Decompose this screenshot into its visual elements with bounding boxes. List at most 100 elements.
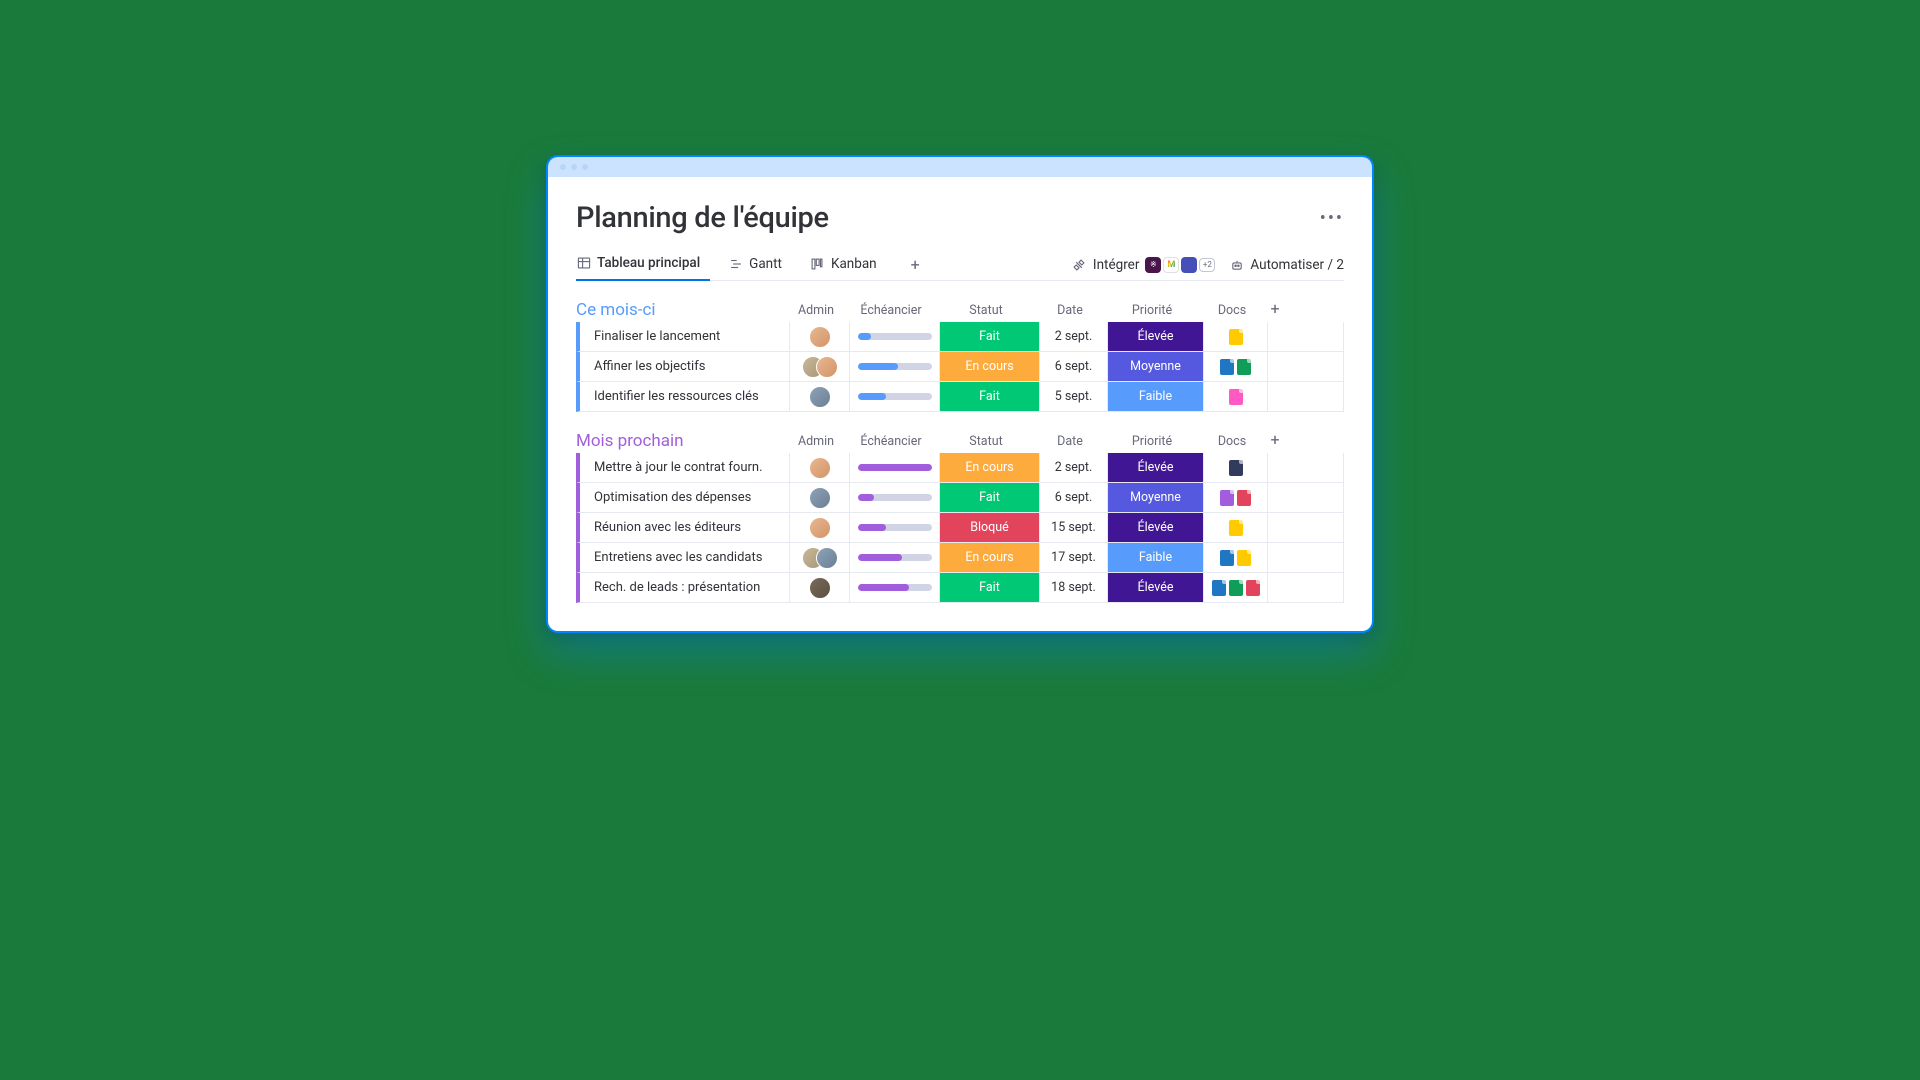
- priority-cell[interactable]: Élevée: [1108, 453, 1204, 482]
- status-cell[interactable]: En cours: [940, 543, 1040, 572]
- docs-cell[interactable]: [1204, 382, 1268, 411]
- board-title[interactable]: Planning de l'équipe: [576, 201, 829, 235]
- status-cell[interactable]: En cours: [940, 453, 1040, 482]
- column-header-priority[interactable]: Priorité: [1104, 303, 1200, 322]
- file-icon[interactable]: [1237, 359, 1251, 375]
- status-cell[interactable]: Fait: [940, 483, 1040, 512]
- date-cell[interactable]: 6 sept.: [1040, 483, 1108, 512]
- file-icon[interactable]: [1229, 460, 1243, 476]
- table-row[interactable]: Optimisation des dépenses Fait6 sept.Moye…: [576, 483, 1344, 513]
- timeline-cell[interactable]: [850, 483, 940, 512]
- admin-cell[interactable]: [790, 453, 850, 482]
- timeline-cell[interactable]: [850, 543, 940, 572]
- table-row[interactable]: Finaliser le lancement Fait2 sept.Élevée: [576, 322, 1344, 352]
- column-header-date[interactable]: Date: [1036, 434, 1104, 453]
- date-cell[interactable]: 17 sept.: [1040, 543, 1108, 572]
- task-title-cell[interactable]: Rech. de leads : présentation: [580, 573, 790, 602]
- timeline-cell[interactable]: [850, 382, 940, 411]
- task-title-cell[interactable]: Identifier les ressources clés: [580, 382, 790, 411]
- date-cell[interactable]: 15 sept.: [1040, 513, 1108, 542]
- task-title-cell[interactable]: Réunion avec les éditeurs: [580, 513, 790, 542]
- column-header-date[interactable]: Date: [1036, 303, 1104, 322]
- avatar[interactable]: [809, 487, 831, 509]
- file-icon[interactable]: [1220, 359, 1234, 375]
- docs-cell[interactable]: [1204, 573, 1268, 602]
- column-header-docs[interactable]: Docs: [1200, 303, 1264, 322]
- docs-cell[interactable]: [1204, 483, 1268, 512]
- date-cell[interactable]: 6 sept.: [1040, 352, 1108, 381]
- table-row[interactable]: Identifier les ressources clésFait5 sept…: [576, 382, 1344, 412]
- priority-cell[interactable]: Faible: [1108, 382, 1204, 411]
- task-title-cell[interactable]: Mettre à jour le contrat fourn.: [580, 453, 790, 482]
- table-row[interactable]: Réunion avec les éditeursBloqué15 sept.É…: [576, 513, 1344, 543]
- task-title-cell[interactable]: Optimisation des dépenses: [580, 483, 790, 512]
- admin-cell[interactable]: [790, 382, 850, 411]
- tab-gantt[interactable]: Gantt: [728, 250, 792, 280]
- file-icon[interactable]: [1237, 550, 1251, 566]
- group-title[interactable]: Ce mois-ci: [576, 300, 786, 322]
- automate-button[interactable]: Automatiser / 2: [1229, 257, 1344, 273]
- admin-cell[interactable]: [790, 483, 850, 512]
- date-cell[interactable]: 2 sept.: [1040, 453, 1108, 482]
- table-row[interactable]: Entretiens avec les candidats En cours17 …: [576, 543, 1344, 573]
- docs-cell[interactable]: [1204, 513, 1268, 542]
- admin-cell[interactable]: [790, 573, 850, 602]
- file-icon[interactable]: [1220, 550, 1234, 566]
- priority-cell[interactable]: Élevée: [1108, 573, 1204, 602]
- admin-cell[interactable]: [790, 513, 850, 542]
- docs-cell[interactable]: [1204, 543, 1268, 572]
- docs-cell[interactable]: [1204, 352, 1268, 381]
- date-cell[interactable]: 18 sept.: [1040, 573, 1108, 602]
- column-header-docs[interactable]: Docs: [1200, 434, 1264, 453]
- file-icon[interactable]: [1212, 580, 1226, 596]
- priority-cell[interactable]: Faible: [1108, 543, 1204, 572]
- file-icon[interactable]: [1237, 490, 1251, 506]
- avatar[interactable]: [809, 326, 831, 348]
- tab-kanban[interactable]: Kanban: [810, 250, 887, 280]
- add-column-button[interactable]: +: [1264, 430, 1286, 453]
- status-cell[interactable]: Fait: [940, 382, 1040, 411]
- table-row[interactable]: Mettre à jour le contrat fourn. En cours2…: [576, 453, 1344, 483]
- column-header-admin[interactable]: Admin: [786, 303, 846, 322]
- priority-cell[interactable]: Moyenne: [1108, 483, 1204, 512]
- integrate-button[interactable]: Intégrer ※ M +2: [1072, 257, 1215, 273]
- column-header-status[interactable]: Statut: [936, 303, 1036, 322]
- add-view-button[interactable]: +: [905, 251, 926, 278]
- file-icon[interactable]: [1246, 580, 1260, 596]
- avatar[interactable]: [809, 386, 831, 408]
- column-header-timeline[interactable]: Échéancier: [846, 303, 936, 322]
- docs-cell[interactable]: [1204, 453, 1268, 482]
- admin-cell[interactable]: [790, 543, 850, 572]
- table-row[interactable]: Affiner les objectifs En cours6 sept.Moye…: [576, 352, 1344, 382]
- column-header-priority[interactable]: Priorité: [1104, 434, 1200, 453]
- avatar[interactable]: [809, 577, 831, 599]
- status-cell[interactable]: Fait: [940, 322, 1040, 351]
- task-title-cell[interactable]: Affiner les objectifs: [580, 352, 790, 381]
- tab-main-table[interactable]: Tableau principal: [576, 249, 710, 281]
- status-cell[interactable]: En cours: [940, 352, 1040, 381]
- avatar[interactable]: [816, 356, 838, 378]
- file-icon[interactable]: [1229, 520, 1243, 536]
- admin-cell[interactable]: [790, 322, 850, 351]
- file-icon[interactable]: [1229, 329, 1243, 345]
- timeline-cell[interactable]: [850, 513, 940, 542]
- file-icon[interactable]: [1229, 389, 1243, 405]
- timeline-cell[interactable]: [850, 573, 940, 602]
- column-header-status[interactable]: Statut: [936, 434, 1036, 453]
- task-title-cell[interactable]: Entretiens avec les candidats: [580, 543, 790, 572]
- priority-cell[interactable]: Moyenne: [1108, 352, 1204, 381]
- column-header-timeline[interactable]: Échéancier: [846, 434, 936, 453]
- admin-cell[interactable]: [790, 352, 850, 381]
- date-cell[interactable]: 2 sept.: [1040, 322, 1108, 351]
- status-cell[interactable]: Fait: [940, 573, 1040, 602]
- timeline-cell[interactable]: [850, 352, 940, 381]
- avatar[interactable]: [816, 547, 838, 569]
- docs-cell[interactable]: [1204, 322, 1268, 351]
- task-title-cell[interactable]: Finaliser le lancement: [580, 322, 790, 351]
- file-icon[interactable]: [1229, 580, 1243, 596]
- avatar[interactable]: [809, 457, 831, 479]
- timeline-cell[interactable]: [850, 453, 940, 482]
- priority-cell[interactable]: Élevée: [1108, 322, 1204, 351]
- add-column-button[interactable]: +: [1264, 299, 1286, 322]
- status-cell[interactable]: Bloqué: [940, 513, 1040, 542]
